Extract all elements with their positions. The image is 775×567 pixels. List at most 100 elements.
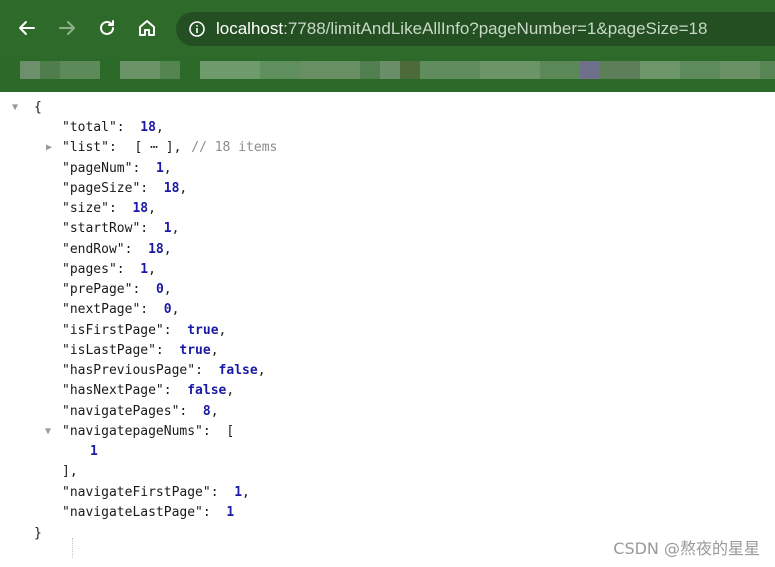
json-property: "navigatepageNums": [ xyxy=(62,424,235,439)
json-value: 18 xyxy=(148,242,164,257)
bookmark-blurred[interactable] xyxy=(480,61,540,79)
json-key: "navigateFirstPage" xyxy=(62,485,211,500)
info-circle-icon[interactable] xyxy=(188,20,206,38)
json-value: 8 xyxy=(202,404,211,419)
json-value: true xyxy=(179,343,211,358)
json-key: "pageNum" xyxy=(62,161,133,176)
json-key: "hasNextPage" xyxy=(62,383,164,398)
address-bar[interactable]: localhost:7788/limitAndLikeAllInfo?pageN… xyxy=(176,12,775,46)
bookmark-blurred[interactable] xyxy=(260,61,300,79)
json-value: 18 xyxy=(132,201,149,216)
bookmark-blurred[interactable] xyxy=(720,61,760,79)
forward-button[interactable] xyxy=(53,14,81,42)
bookmark-blurred[interactable] xyxy=(380,61,400,79)
home-button[interactable] xyxy=(133,14,161,42)
json-value: 1 xyxy=(163,221,172,236)
reload-button[interactable] xyxy=(93,14,121,42)
json-value: false xyxy=(187,383,227,398)
collapse-toggle[interactable]: ▼ xyxy=(45,426,57,438)
json-property: "isFirstPage": true, xyxy=(62,323,227,338)
back-button[interactable] xyxy=(13,14,41,42)
bookmark-blurred[interactable] xyxy=(600,61,640,79)
bookmark-blurred[interactable] xyxy=(640,61,680,79)
root-collapse-toggle[interactable]: ▼ xyxy=(12,102,24,114)
json-property: "nextPage": 0, xyxy=(62,302,180,317)
bookmark-blurred[interactable] xyxy=(300,61,360,79)
json-key: "isFirstPage" xyxy=(62,323,164,338)
array-indent-guide xyxy=(72,538,73,558)
json-property: "list": [ ⋯ ], // 18 items xyxy=(62,138,277,158)
bookmark-blurred[interactable] xyxy=(160,61,180,79)
json-value: 0 xyxy=(163,302,172,317)
bookmark-blurred[interactable] xyxy=(200,61,260,79)
json-property: "pageNum": 1, xyxy=(62,161,172,176)
json-key: "hasPreviousPage" xyxy=(62,363,196,378)
item-count-comment: // 18 items xyxy=(191,140,278,155)
bookmark-blurred[interactable] xyxy=(540,61,580,79)
array-open-bracket: [ xyxy=(226,424,235,439)
json-key: "total" xyxy=(62,120,117,135)
json-key: "list" xyxy=(62,140,109,155)
home-icon xyxy=(139,20,155,36)
json-property: "startRow": 1, xyxy=(62,221,180,236)
bookmark-blurred[interactable] xyxy=(680,61,720,79)
json-property: "isLastPage": true, xyxy=(62,343,219,358)
json-key: "pageSize" xyxy=(62,181,141,196)
expand-toggle[interactable]: ▶ xyxy=(46,142,58,154)
reload-icon xyxy=(100,20,114,35)
json-value: 0 xyxy=(155,282,164,297)
bookmark-blurred[interactable] xyxy=(420,61,480,79)
json-property: "total": 18, xyxy=(62,120,164,135)
json-value: 1 xyxy=(226,505,235,520)
open-brace: { xyxy=(34,100,42,115)
bookmark-blurred[interactable] xyxy=(360,61,380,79)
json-key: "navigatepageNums" xyxy=(62,424,203,439)
bookmark-blurred[interactable] xyxy=(400,61,420,79)
json-value: 1 xyxy=(155,161,164,176)
json-key: "isLastPage" xyxy=(62,343,156,358)
bookmark-blurred[interactable] xyxy=(760,61,775,79)
json-key: "pages" xyxy=(62,262,117,277)
bookmark-blurred[interactable] xyxy=(60,61,100,79)
json-value: 1 xyxy=(234,485,243,500)
json-key: "navigateLastPage" xyxy=(62,505,203,520)
url-host: localhost xyxy=(216,19,284,38)
json-viewer: ▼ { } "total": 18, ▶ "list": [ ⋯ ], // 18 … xyxy=(0,92,775,567)
json-property: "prePage": 0, xyxy=(62,282,172,297)
json-key: "endRow" xyxy=(62,242,125,257)
close-brace: } xyxy=(34,526,42,541)
json-value: 18 xyxy=(140,120,156,135)
json-property: "pageSize": 18, xyxy=(62,181,188,196)
collapsed-array-value[interactable]: [ ⋯ ], xyxy=(132,138,183,158)
json-property: "navigatePages": 8, xyxy=(62,404,219,419)
url-text[interactable]: localhost:7788/limitAndLikeAllInfo?pageN… xyxy=(216,19,707,39)
json-key: "prePage" xyxy=(62,282,133,297)
browser-toolbar: localhost:7788/limitAndLikeAllInfo?pageN… xyxy=(0,0,775,58)
json-key: "size" xyxy=(62,201,109,216)
json-property: "size": 18, xyxy=(62,201,156,216)
json-property: "hasNextPage": false, xyxy=(62,383,235,398)
bookmark-blurred[interactable] xyxy=(40,61,60,79)
array-close-bracket: ], xyxy=(62,464,78,479)
json-property: "hasPreviousPage": false, xyxy=(62,363,266,378)
arrow-right-icon xyxy=(59,21,75,35)
json-key: "navigatePages" xyxy=(62,404,180,419)
json-key: "nextPage" xyxy=(62,302,141,317)
json-value: 18 xyxy=(163,181,180,196)
url-path: :7788/limitAndLikeAllInfo?pageNumber=1&p… xyxy=(283,19,708,38)
arrow-left-icon xyxy=(19,21,35,35)
bookmark-blurred[interactable] xyxy=(580,61,600,79)
bookmark-blurred[interactable] xyxy=(120,61,160,79)
json-property: "navigateFirstPage": 1, xyxy=(62,485,250,500)
json-value: 1 xyxy=(140,262,149,277)
json-value: true xyxy=(187,323,219,338)
json-property: "endRow": 18, xyxy=(62,242,172,257)
bookmark-blurred[interactable] xyxy=(20,61,40,79)
csdn-watermark: CSDN @熬夜的星星 xyxy=(613,539,760,558)
json-value: false xyxy=(218,363,258,378)
array-item-value: 1 xyxy=(90,444,98,459)
bookmarks-bar xyxy=(0,58,775,92)
json-property: "pages": 1, xyxy=(62,262,156,277)
array-item: 1 xyxy=(90,442,98,462)
json-property: "navigateLastPage": 1 xyxy=(62,505,235,520)
